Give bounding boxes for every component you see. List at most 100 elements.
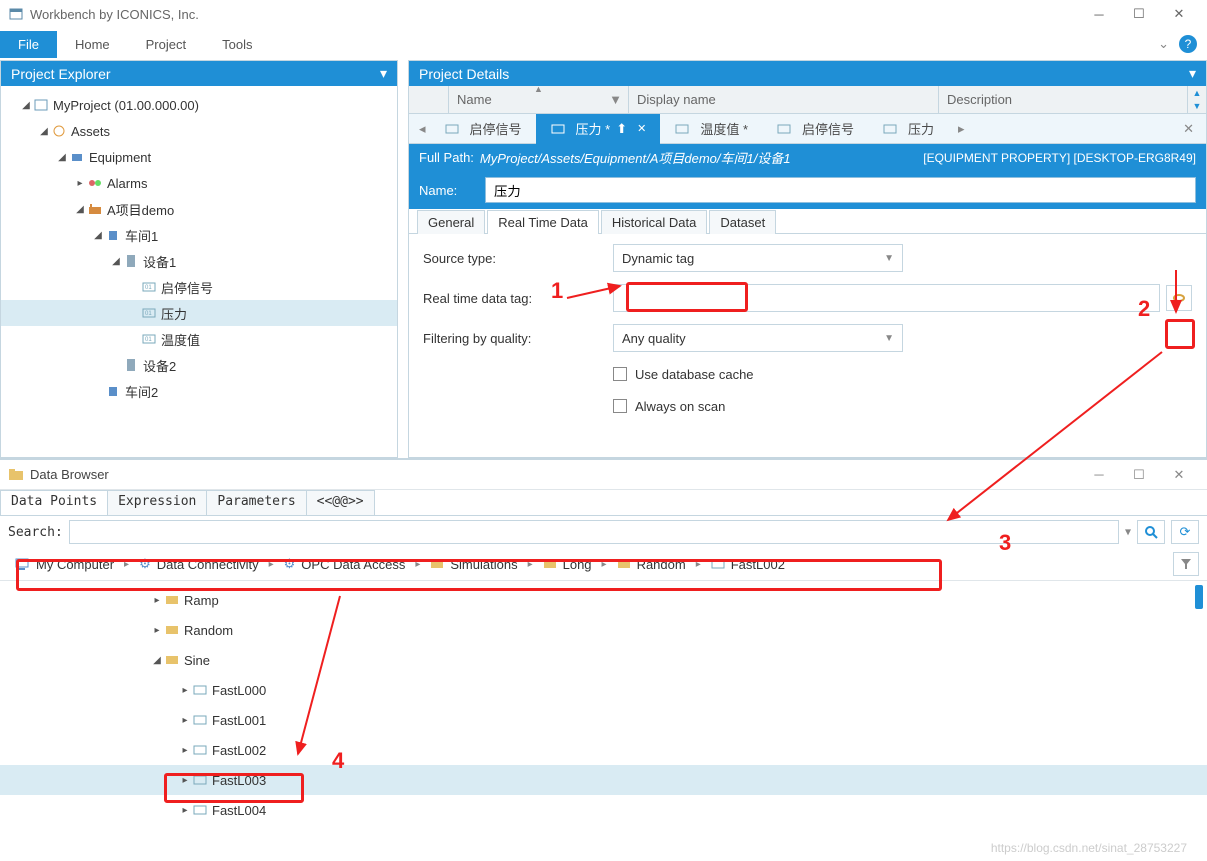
- menu-project[interactable]: Project: [128, 31, 204, 58]
- folder-icon: [8, 468, 24, 482]
- svg-text:01: 01: [145, 285, 152, 291]
- close-button[interactable]: ✕: [1159, 0, 1199, 28]
- rtd-tag-input[interactable]: [613, 284, 1160, 312]
- col-name[interactable]: ▲Name▼: [449, 86, 629, 113]
- context-right: [EQUIPMENT PROPERTY] [DESKTOP-ERG8R49]: [923, 151, 1196, 165]
- ptab-general[interactable]: General: [417, 210, 485, 234]
- tab-signal-1[interactable]: 启停信号: [430, 114, 536, 144]
- ptab-historical-data[interactable]: Historical Data: [601, 210, 708, 234]
- help-icon[interactable]: ?: [1179, 35, 1197, 53]
- db-maximize-button[interactable]: ☐: [1119, 461, 1159, 489]
- db-entry-fastl002[interactable]: ▸FastL002: [0, 735, 1207, 765]
- bc-fastl002[interactable]: FastL002: [705, 555, 791, 574]
- tree-device1[interactable]: ◢ 设备1: [1, 248, 397, 274]
- tab-pressure-active[interactable]: 压力 * ⬆ ✕: [536, 114, 661, 144]
- db-tab-data-points[interactable]: Data Points: [0, 490, 108, 515]
- tree-assets[interactable]: ◢ Assets: [1, 118, 397, 144]
- maximize-button[interactable]: ☐: [1119, 0, 1159, 28]
- name-input[interactable]: [485, 177, 1196, 203]
- tab-signal-2[interactable]: 启停信号: [762, 114, 868, 144]
- col-display-name[interactable]: Display name: [629, 86, 939, 113]
- db-tab-parameters[interactable]: Parameters: [206, 490, 306, 515]
- context-bar: Full Path: MyProject/Assets/Equipment/A项…: [409, 144, 1206, 171]
- bc-my-computer[interactable]: My Computer: [8, 555, 120, 574]
- title-bar: Workbench by ICONICS, Inc. ─ ☐ ✕: [0, 0, 1207, 28]
- tag-icon: 01: [141, 331, 157, 347]
- annotation-num-1: 1: [551, 278, 563, 304]
- bc-data-connectivity[interactable]: ⚙Data Connectivity: [133, 554, 265, 574]
- db-entry-fastl000[interactable]: ▸FastL000: [0, 675, 1207, 705]
- col-description[interactable]: Description: [939, 86, 1188, 113]
- filter-quality-dropdown[interactable]: Any quality ▼: [613, 324, 903, 352]
- always-scan-checkbox[interactable]: [613, 399, 627, 413]
- db-entry-random[interactable]: ▸Random: [0, 615, 1207, 645]
- db-entry-fastl003[interactable]: ▸FastL003: [0, 765, 1207, 795]
- tree-workshop1[interactable]: ◢ 车间1: [1, 222, 397, 248]
- tree-alarms[interactable]: ▸ Alarms: [1, 170, 397, 196]
- tree-signal[interactable]: 01 启停信号: [1, 274, 397, 300]
- tabs-next-icon[interactable]: ▸: [954, 121, 969, 137]
- panel-collapse-icon[interactable]: ▾: [380, 65, 387, 82]
- db-entry-fastl001[interactable]: ▸FastL001: [0, 705, 1207, 735]
- menu-home[interactable]: Home: [57, 31, 128, 58]
- label-use-cache: Use database cache: [635, 367, 754, 382]
- db-entry-ramp[interactable]: ▸Ramp: [0, 585, 1207, 615]
- scrollbar-thumb[interactable]: [1195, 585, 1203, 609]
- tag-icon: 01: [141, 305, 157, 321]
- ptab-real-time-data[interactable]: Real Time Data: [487, 210, 599, 234]
- use-cache-checkbox[interactable]: [613, 367, 627, 381]
- tab-close-icon[interactable]: ✕: [637, 122, 646, 135]
- db-mode-tabs: Data Points Expression Parameters <<@@>>: [0, 490, 1207, 516]
- tree-device2[interactable]: 设备2: [1, 352, 397, 378]
- tree-workshop2[interactable]: 车间2: [1, 378, 397, 404]
- tree-equipment[interactable]: ◢ Equipment: [1, 144, 397, 170]
- project-details-panel: Project Details ▾ ▲Name▼ Display name De…: [408, 60, 1207, 458]
- property-tabs: General Real Time Data Historical Data D…: [409, 209, 1206, 234]
- tag-browse-button[interactable]: [1166, 285, 1192, 311]
- menu-tools[interactable]: Tools: [204, 31, 270, 58]
- project-explorer-tree: ◢ MyProject (01.00.000.00) ◢ Assets ◢ Eq…: [1, 86, 397, 457]
- scroll-up-icon[interactable]: ▲: [1193, 88, 1202, 98]
- db-entry-fastl005[interactable]: ▸FastL005: [0, 825, 1207, 835]
- search-button[interactable]: [1137, 520, 1165, 544]
- tab-up-icon[interactable]: ⬆: [616, 121, 627, 137]
- search-dropdown-icon[interactable]: ▼: [1125, 527, 1131, 538]
- db-tab-at[interactable]: <<@@>>: [306, 490, 375, 515]
- minimize-button[interactable]: ─: [1079, 0, 1119, 28]
- bc-long[interactable]: Long: [537, 555, 598, 574]
- breadcrumb: My Computer ▸ ⚙Data Connectivity ▸ ⚙OPC …: [0, 548, 1207, 581]
- source-type-dropdown[interactable]: Dynamic tag ▼: [613, 244, 903, 272]
- tree-pressure[interactable]: 01 压力: [1, 300, 397, 326]
- filter-icon[interactable]: ▼: [609, 92, 622, 107]
- db-tab-expression[interactable]: Expression: [107, 490, 207, 515]
- tree-demo[interactable]: ◢ A项目demo: [1, 196, 397, 222]
- project-explorer-panel: Project Explorer ▾ ◢ MyProject (01.00.00…: [0, 60, 398, 458]
- tabs-prev-icon[interactable]: ◂: [415, 121, 430, 137]
- tree-project[interactable]: ◢ MyProject (01.00.000.00): [1, 92, 397, 118]
- ptab-dataset[interactable]: Dataset: [709, 210, 776, 234]
- bc-random[interactable]: Random: [611, 555, 692, 574]
- scroll-down-icon[interactable]: ▼: [1193, 101, 1202, 111]
- db-minimize-button[interactable]: ─: [1079, 461, 1119, 489]
- filter-button[interactable]: [1173, 552, 1199, 576]
- device-icon: [123, 253, 139, 269]
- db-entry-fastl004[interactable]: ▸FastL004: [0, 795, 1207, 825]
- tabs-close-all-icon[interactable]: ✕: [1177, 121, 1200, 137]
- chevron-down-icon: ▼: [884, 253, 894, 264]
- panel-collapse-icon[interactable]: ▾: [1189, 65, 1196, 82]
- db-close-button[interactable]: ✕: [1159, 461, 1199, 489]
- full-path-value: MyProject/Assets/Equipment/A项目demo/车间1/设…: [480, 148, 917, 167]
- device-icon: [123, 357, 139, 373]
- refresh-button[interactable]: ⟳: [1171, 520, 1199, 544]
- menu-file[interactable]: File: [0, 31, 57, 58]
- ribbon-collapse-icon[interactable]: ⌄: [1158, 36, 1169, 52]
- tab-pressure-2[interactable]: 压力: [868, 114, 948, 144]
- tree-temperature[interactable]: 01 温度值: [1, 326, 397, 352]
- bc-simulations[interactable]: Simulations: [424, 555, 523, 574]
- db-entry-sine[interactable]: ◢Sine: [0, 645, 1207, 675]
- tag-icon: [776, 121, 792, 137]
- tab-temperature[interactable]: 温度值 *: [660, 114, 762, 144]
- bc-opc-data-access[interactable]: ⚙OPC Data Access: [278, 554, 412, 574]
- search-input[interactable]: [69, 520, 1119, 544]
- alarms-icon: [87, 175, 103, 191]
